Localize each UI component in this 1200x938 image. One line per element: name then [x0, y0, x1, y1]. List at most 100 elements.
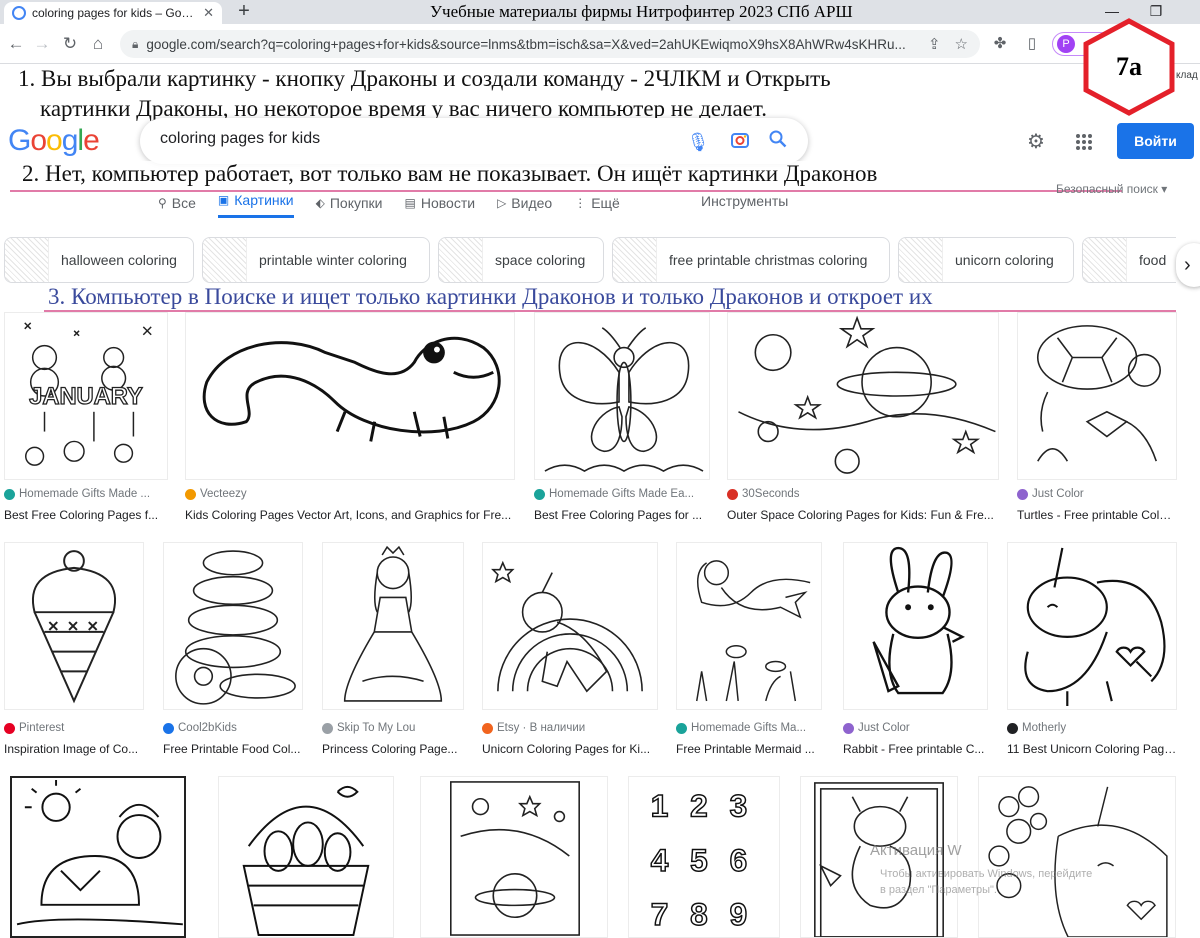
chip-christmas[interactable]: free printable christmas coloring: [612, 237, 890, 283]
reload-icon[interactable]: ↻: [58, 32, 82, 56]
result-source[interactable]: Motherly: [1007, 722, 1177, 734]
side-panel-icon[interactable]: ▯: [1020, 32, 1044, 56]
lens-camera-icon[interactable]: [728, 130, 752, 154]
sign-in-button[interactable]: Войти: [1117, 123, 1194, 159]
result-caption[interactable]: 11 Best Unicorn Coloring Page...: [1007, 742, 1177, 756]
image-result[interactable]: Just Color Turtles - Free printable Colo…: [1017, 312, 1177, 522]
tab-news[interactable]: ▤ Новости: [405, 188, 476, 218]
chip-unicorn[interactable]: unicorn coloring: [898, 237, 1074, 283]
tab-all[interactable]: ⚲ Все: [158, 188, 196, 218]
result-caption[interactable]: Best Free Coloring Pages for ...: [534, 508, 710, 522]
tab-shopping[interactable]: ⬖ Покупки: [316, 188, 383, 218]
share-icon[interactable]: ⇪: [928, 35, 941, 53]
chip-halloween[interactable]: halloween coloring: [4, 237, 194, 283]
chip-space[interactable]: space coloring: [438, 237, 604, 283]
result-thumbnail[interactable]: [482, 542, 658, 710]
result-source[interactable]: Just Color: [1017, 488, 1177, 500]
result-source[interactable]: Pinterest: [4, 722, 144, 734]
apps-grid-icon[interactable]: [1070, 128, 1098, 156]
forward-arrow-icon[interactable]: →: [30, 32, 54, 56]
tab-images[interactable]: ▣ Картинки: [217, 188, 294, 218]
unicorn-flowers-coloring-image: [988, 786, 1168, 937]
result-caption[interactable]: Unicorn Coloring Pages for Ki...: [482, 742, 658, 756]
result-source[interactable]: Vecteezy: [185, 488, 515, 500]
result-thumbnail[interactable]: [676, 542, 822, 710]
result-caption[interactable]: Outer Space Coloring Pages for Kids: Fun…: [727, 508, 999, 522]
tools-button[interactable]: Инструменты: [701, 193, 788, 209]
result-caption[interactable]: Turtles - Free printable Color...: [1017, 508, 1177, 522]
search-icon[interactable]: [766, 130, 790, 154]
result-caption[interactable]: Inspiration Image of Co...: [4, 742, 144, 756]
image-result[interactable]: Cool2bKids Free Printable Food Col...: [163, 542, 303, 756]
result-source[interactable]: Homemade Gifts Ma...: [676, 722, 822, 734]
result-source[interactable]: Homemade Gifts Made Ea...: [534, 488, 710, 500]
chip-food[interactable]: food: [1082, 237, 1176, 283]
chip-winter[interactable]: printable winter coloring: [202, 237, 430, 283]
result-thumbnail[interactable]: [1007, 542, 1177, 710]
result-source[interactable]: Skip To My Lou: [322, 722, 464, 734]
image-result[interactable]: JANUARY Homemade Gifts Made ... Best Fre…: [4, 312, 168, 522]
result-caption[interactable]: Kids Coloring Pages Vector Art, Icons, a…: [185, 508, 515, 522]
result-source[interactable]: 30Seconds: [727, 488, 999, 500]
result-thumbnail[interactable]: [185, 312, 515, 480]
safesearch-menu[interactable]: Безопасный поиск ▾: [1056, 182, 1167, 196]
windows-activation-watermark: Активация W: [870, 842, 962, 859]
new-tab-button[interactable]: +: [232, 0, 256, 24]
turtle-coloring-image: [1036, 325, 1161, 462]
source-favicon-icon: [185, 488, 196, 500]
chevron-right-icon[interactable]: ›: [1176, 243, 1200, 287]
result-source[interactable]: Just Color: [843, 722, 988, 734]
unicorn-rainbow-coloring-image: [491, 560, 643, 693]
result-thumbnail[interactable]: [843, 542, 988, 710]
result-thumbnail[interactable]: [10, 776, 186, 938]
bookmarks-label[interactable]: клад: [1176, 70, 1198, 81]
result-caption[interactable]: Best Free Coloring Pages f...: [4, 508, 168, 522]
result-source[interactable]: Etsy · В наличии: [482, 722, 658, 734]
svg-text:4: 4: [651, 842, 669, 878]
result-thumbnail[interactable]: [534, 312, 710, 480]
tab-video[interactable]: ▷ Видео: [497, 188, 552, 218]
result-source-label: Vecteezy: [200, 488, 247, 500]
result-thumbnail[interactable]: [1017, 312, 1177, 480]
tab-more[interactable]: ⋮ Ещё: [574, 188, 620, 218]
image-result[interactable]: Just Color Rabbit - Free printable C...: [843, 542, 988, 756]
result-source[interactable]: Homemade Gifts Made ...: [4, 488, 168, 500]
result-thumbnail[interactable]: [727, 312, 999, 480]
result-thumbnail[interactable]: [163, 542, 303, 710]
result-thumbnail[interactable]: [218, 776, 394, 938]
microphone-icon[interactable]: 🎙︎: [686, 130, 710, 154]
annotation-1-line-1: 1. Вы выбрали картинку - кнопку Драконы …: [18, 66, 831, 91]
back-arrow-icon[interactable]: ←: [4, 32, 28, 56]
result-caption[interactable]: Princess Coloring Page...: [322, 742, 464, 756]
extensions-puzzle-icon[interactable]: ✤: [988, 32, 1012, 56]
result-thumbnail[interactable]: JANUARY: [4, 312, 168, 480]
search-input[interactable]: [160, 130, 680, 148]
result-source[interactable]: Cool2bKids: [163, 722, 303, 734]
settings-gear-icon[interactable]: ⚙: [1022, 128, 1050, 156]
result-caption[interactable]: Rabbit - Free printable C...: [843, 742, 988, 756]
google-logo[interactable]: Google: [8, 124, 100, 158]
more-vertical-icon: ⋮: [574, 196, 587, 210]
image-result[interactable]: Skip To My Lou Princess Coloring Page...: [322, 542, 464, 756]
bookmark-star-icon[interactable]: ☆: [955, 35, 968, 53]
close-tab-icon[interactable]: ✕: [203, 5, 214, 21]
result-thumbnail[interactable]: [322, 542, 464, 710]
result-caption[interactable]: Free Printable Food Col...: [163, 742, 303, 756]
image-result[interactable]: 30Seconds Outer Space Coloring Pages for…: [727, 312, 999, 522]
image-result[interactable]: Vecteezy Kids Coloring Pages Vector Art,…: [185, 312, 515, 522]
address-bar[interactable]: 🔒︎ google.com/search?q=coloring+pages+fo…: [120, 30, 980, 58]
result-thumbnail[interactable]: [4, 542, 144, 710]
image-result[interactable]: Etsy · В наличии Unicorn Coloring Pages …: [482, 542, 658, 756]
home-icon[interactable]: ⌂: [86, 32, 110, 56]
result-caption[interactable]: Free Printable Mermaid ...: [676, 742, 822, 756]
image-result[interactable]: Homemade Gifts Ma... Free Printable Merm…: [676, 542, 822, 756]
browser-tab[interactable]: coloring pages for kids – Google ✕: [4, 2, 222, 24]
image-result[interactable]: Pinterest Inspiration Image of Co...: [4, 542, 144, 756]
result-thumbnail[interactable]: 123 456 789: [628, 776, 780, 938]
result-thumbnail[interactable]: [420, 776, 608, 938]
windows-activation-hint-line2: в раздел "Параметры".: [880, 884, 997, 896]
result-source-label: Skip To My Lou: [337, 722, 416, 734]
image-result[interactable]: Homemade Gifts Made Ea... Best Free Colo…: [534, 312, 710, 522]
result-thumbnail[interactable]: [978, 776, 1176, 938]
image-result[interactable]: Motherly 11 Best Unicorn Coloring Page..…: [1007, 542, 1177, 756]
